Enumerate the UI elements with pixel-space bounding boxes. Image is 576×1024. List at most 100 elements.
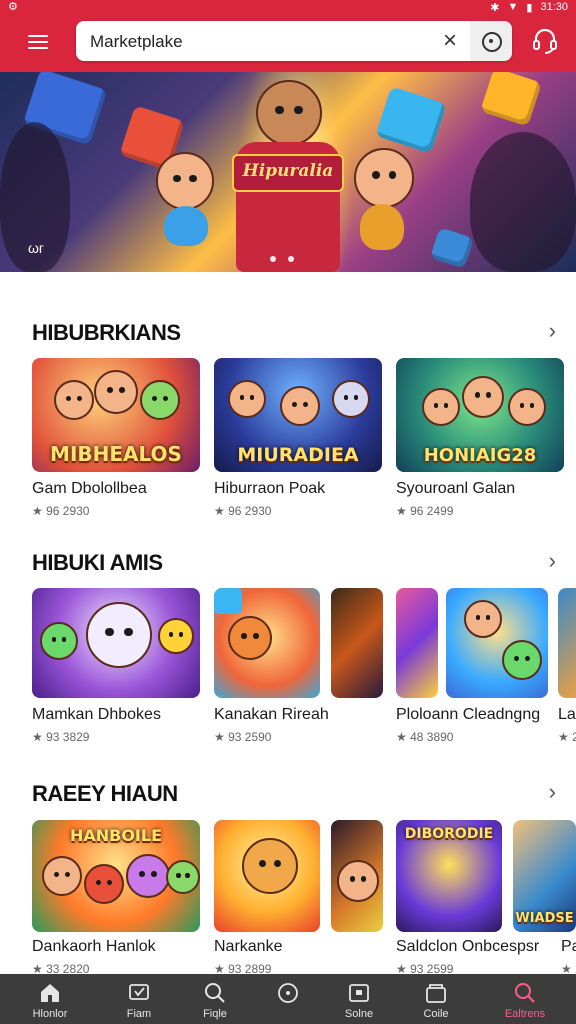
character-face xyxy=(280,386,320,426)
chevron-right-icon[interactable]: › xyxy=(549,779,556,805)
game-meta: ★ 93 3829 xyxy=(32,730,90,744)
game-title: Gam Dbolollbea xyxy=(32,480,147,497)
game-thumbnail xyxy=(558,588,576,698)
banner-watermark: ωг xyxy=(28,240,45,256)
character-face xyxy=(86,602,152,668)
menu-button[interactable] xyxy=(24,28,52,56)
nav-item-coile[interactable]: Coile xyxy=(395,974,477,1024)
dice-cube xyxy=(429,227,475,269)
battery-icon: ▮ xyxy=(526,1,533,14)
nav-label: Ealtrens xyxy=(504,1008,546,1020)
character-face xyxy=(54,380,94,420)
search-bar: × xyxy=(76,21,512,61)
game-thumbnail: WIADSE xyxy=(513,820,576,932)
character-face xyxy=(228,380,266,418)
game-logo: HANBOILE xyxy=(69,826,163,845)
game-meta: ★ 2 xyxy=(558,730,576,744)
menu-icon-line xyxy=(28,47,48,49)
notification-icon: ⚙ xyxy=(8,1,18,13)
game-thumbnail: MIBHEALOS xyxy=(32,358,200,472)
search-input[interactable] xyxy=(88,29,422,55)
home-icon xyxy=(41,984,59,1002)
game-thumbnail xyxy=(396,588,438,698)
game-thumbnail xyxy=(331,588,383,698)
wifi-icon: ▼ xyxy=(507,1,519,13)
menu-icon-line xyxy=(28,41,48,43)
game-meta: ★ 48 3890 xyxy=(396,730,454,744)
game-logo: MIURADIEA xyxy=(237,444,359,466)
crowd-silhouette xyxy=(470,132,576,272)
character-kid-right xyxy=(354,148,414,208)
game-logo: WIADSE xyxy=(515,911,574,926)
character-face xyxy=(242,838,298,894)
info-circle-icon xyxy=(278,983,298,1003)
game-meta: ★ 96 2499 xyxy=(396,504,454,518)
bottom-navigation: Hlonlor Fiam Fiqle Solne Coile Ealtrens xyxy=(0,974,576,1024)
game-title: Saldclon Onbcespsr xyxy=(396,938,540,955)
heart-chat-icon xyxy=(129,984,149,1000)
character-face xyxy=(94,370,138,414)
game-title: La xyxy=(558,706,576,723)
carousel-dot[interactable] xyxy=(270,256,276,262)
game-meta: ★ 96 2930 xyxy=(214,504,272,518)
game-thumbnail: DIBORODIE xyxy=(396,820,502,932)
app-bar: × xyxy=(0,14,576,72)
nav-label: Fiqle xyxy=(203,1008,227,1020)
game-meta: ★ 96 2930 xyxy=(32,504,90,518)
game-thumbnail: MIURADIEA xyxy=(214,358,382,472)
game-meta: ★ 93 2590 xyxy=(214,730,272,744)
game-title: Ploloann Cleadngng xyxy=(396,706,541,723)
section-title: RAEEY HIAUN xyxy=(32,781,178,806)
game-thumbnail xyxy=(32,588,200,698)
search-icon xyxy=(515,983,535,1003)
character-body xyxy=(360,204,404,250)
game-title: Dankaorh Hanlok xyxy=(32,938,156,955)
dice-cube xyxy=(480,72,542,127)
nav-label: Fiam xyxy=(126,1008,152,1020)
nav-item-ealtrens[interactable]: Ealtrens xyxy=(484,974,566,1024)
character-face xyxy=(40,622,78,660)
character-face xyxy=(464,600,502,638)
nav-item-fiqle[interactable]: Fiqle xyxy=(174,974,256,1024)
character-face xyxy=(166,860,200,894)
game-logo: DIBORODIE xyxy=(404,826,494,842)
game-title: Narkanke xyxy=(214,938,283,955)
nav-label: Solne xyxy=(344,1008,374,1020)
hero-banner[interactable]: Hipuralia ωг xyxy=(0,72,576,272)
scan-icon[interactable] xyxy=(470,21,512,61)
menu-icon xyxy=(28,35,48,37)
game-title: Kanakan Rireah xyxy=(214,706,329,723)
game-logo: HONIAIG28 xyxy=(423,445,537,466)
game-logo: MIBHEALOS xyxy=(50,442,182,466)
nav-item-fiam[interactable]: Fiam xyxy=(98,974,180,1024)
character-face xyxy=(508,388,546,426)
game-thumbnail: HONIAIG28 xyxy=(396,358,564,472)
clear-icon[interactable]: × xyxy=(436,27,464,55)
chevron-right-icon[interactable]: › xyxy=(549,318,556,344)
character-face xyxy=(126,854,170,898)
character-face xyxy=(42,856,82,896)
nav-item-info[interactable] xyxy=(247,974,329,1024)
game-title: Pa xyxy=(561,938,576,955)
game-thumbnail xyxy=(214,820,320,932)
nav-item-solne[interactable]: Solne xyxy=(318,974,400,1024)
section-title: HIBUKI AMIS xyxy=(32,550,163,575)
carousel-dot[interactable] xyxy=(288,256,294,262)
game-thumbnail xyxy=(214,588,320,698)
chevron-right-icon[interactable]: › xyxy=(549,548,556,574)
banner-title: Hipuralia xyxy=(232,154,344,192)
character-body xyxy=(164,206,208,246)
character-face xyxy=(462,376,504,418)
character-face xyxy=(84,864,124,904)
character-face xyxy=(422,388,460,426)
game-title: Mamkan Dhbokes xyxy=(32,706,161,723)
headset-icon[interactable] xyxy=(530,26,560,56)
status-bar: ⚙ ✱ ▼ ▮ 31:30 xyxy=(0,0,576,14)
game-thumbnail: HANBOILE xyxy=(32,820,200,932)
game-title: Hiburraon Poak xyxy=(214,480,326,497)
nav-item-home[interactable]: Hlonlor xyxy=(9,974,91,1024)
character-face xyxy=(332,380,370,418)
carousel-dots[interactable] xyxy=(270,256,294,262)
dice-cube xyxy=(214,588,242,614)
dashboard-icon xyxy=(349,984,369,1002)
